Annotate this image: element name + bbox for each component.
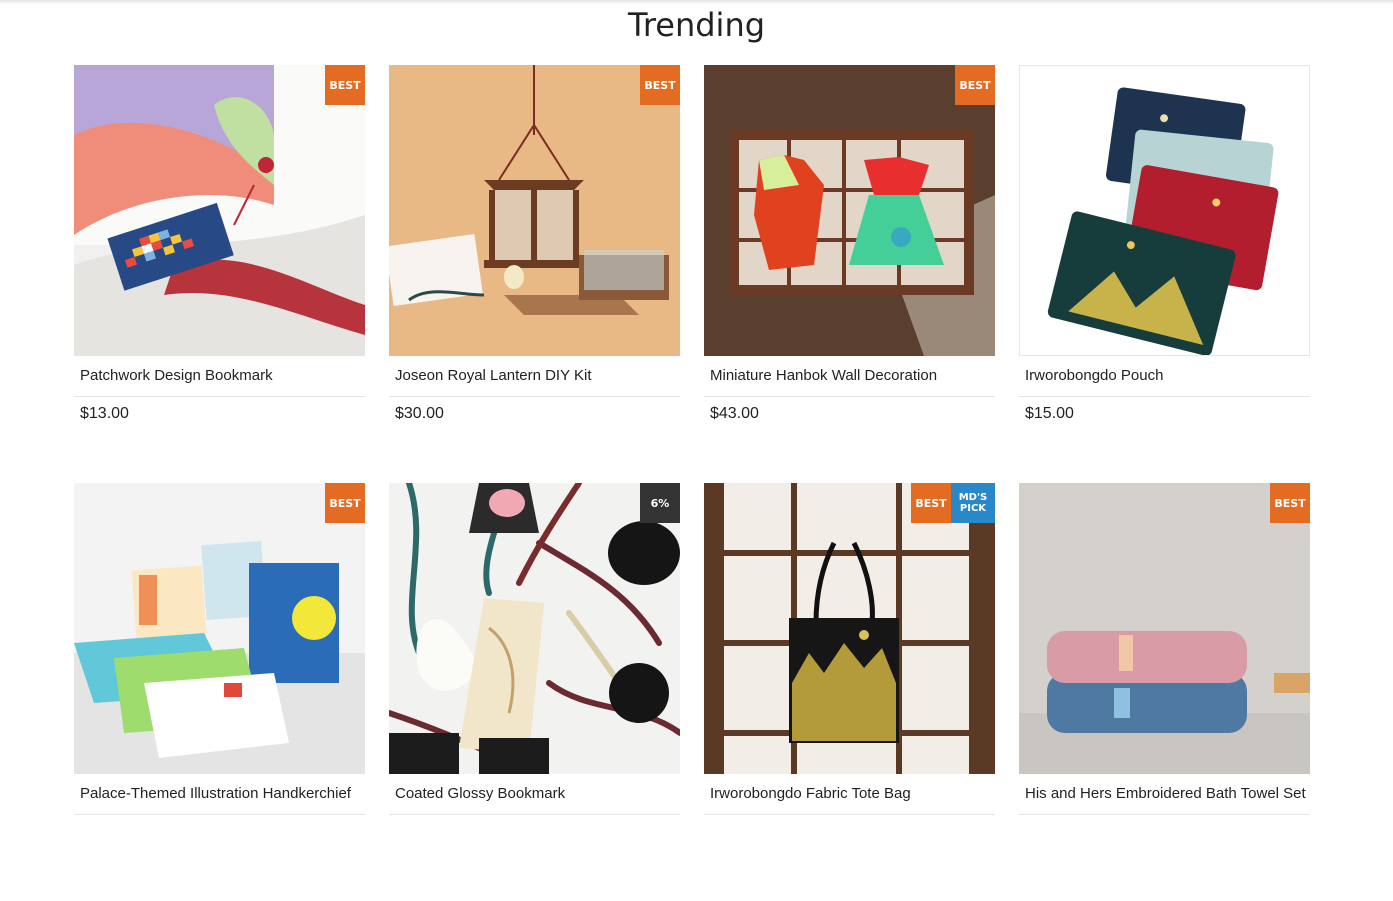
product-name[interactable]: Irworobongdo Pouch [1019,356,1310,397]
product-name[interactable]: Joseon Royal Lantern DIY Kit [389,356,680,397]
badge-list: BEST [325,483,365,523]
header-shadow [0,0,1393,4]
product-image-towels[interactable]: BEST [1019,483,1310,774]
badge-best: BEST [325,65,365,105]
badge-md-pick: MD'S PICK [951,483,995,523]
badge-best: BEST [640,65,680,105]
product-image-tote-bag[interactable]: BEST MD'S PICK [704,483,995,774]
badge-list: 6% [640,483,680,523]
product-card[interactable]: BEST His and Hers Embroidered Bath Towel… [1019,483,1310,815]
tote-bag-illustration [704,483,995,774]
product-card[interactable]: BEST Joseon Royal Lantern DIY Kit $30.00 [389,65,680,423]
badge-best: BEST [955,65,995,105]
product-image-bookmark[interactable]: BEST [74,65,365,356]
product-grid: BEST Patchwork Design Bookmark $13.00 BE… [74,65,1311,901]
glossy-bookmark-illustration [389,483,680,774]
product-price: $15.00 [1025,405,1074,422]
product-row: BEST Palace-Themed Illustration Handkerc… [74,483,1311,901]
badge-best: BEST [1270,483,1310,523]
product-price: $30.00 [395,405,444,422]
badge-best: BEST [911,483,951,523]
product-card[interactable]: 6% Coated Glossy Bookmark [389,483,680,815]
hanbok-illustration [704,65,995,356]
product-card[interactable]: BEST Patchwork Design Bookmark $13.00 [74,65,365,423]
product-image-pouch[interactable] [1019,65,1310,356]
product-image-glossy-bookmark[interactable]: 6% [389,483,680,774]
product-card[interactable]: BEST Miniature Hanbok Wall Decoration $4… [704,65,995,423]
product-name[interactable]: Coated Glossy Bookmark [389,774,680,815]
badge-list: BEST [1270,483,1310,523]
bookmark-illustration [74,65,365,356]
towel-illustration [1019,483,1310,774]
badge-discount: 6% [640,483,680,523]
product-card[interactable]: BEST Palace-Themed Illustration Handkerc… [74,483,365,815]
product-name[interactable]: Palace-Themed Illustration Handkerchief [74,774,365,815]
product-card[interactable]: BEST MD'S PICK Irworobongdo Fabric Tote … [704,483,995,815]
product-name[interactable]: His and Hers Embroidered Bath Towel Set [1019,774,1310,815]
lantern-illustration [389,65,680,356]
product-price: $43.00 [710,405,759,422]
badge-list: BEST [955,65,995,105]
product-image-lantern[interactable]: BEST [389,65,680,356]
product-image-handkerchief[interactable]: BEST [74,483,365,774]
badge-list: BEST MD'S PICK [911,483,995,523]
handkerchief-illustration [74,483,365,774]
section-title: Trending [627,6,766,44]
badge-list: BEST [325,65,365,105]
badge-list: BEST [640,65,680,105]
pouch-illustration [1020,66,1309,355]
product-name[interactable]: Miniature Hanbok Wall Decoration [704,356,995,397]
product-name[interactable]: Irworobongdo Fabric Tote Bag [704,774,995,815]
product-image-hanbok[interactable]: BEST [704,65,995,356]
product-row: BEST Patchwork Design Bookmark $13.00 BE… [74,65,1311,483]
product-card[interactable]: Irworobongdo Pouch $15.00 [1019,65,1310,423]
product-name[interactable]: Patchwork Design Bookmark [74,356,365,397]
product-price: $13.00 [80,405,129,422]
badge-best: BEST [325,483,365,523]
